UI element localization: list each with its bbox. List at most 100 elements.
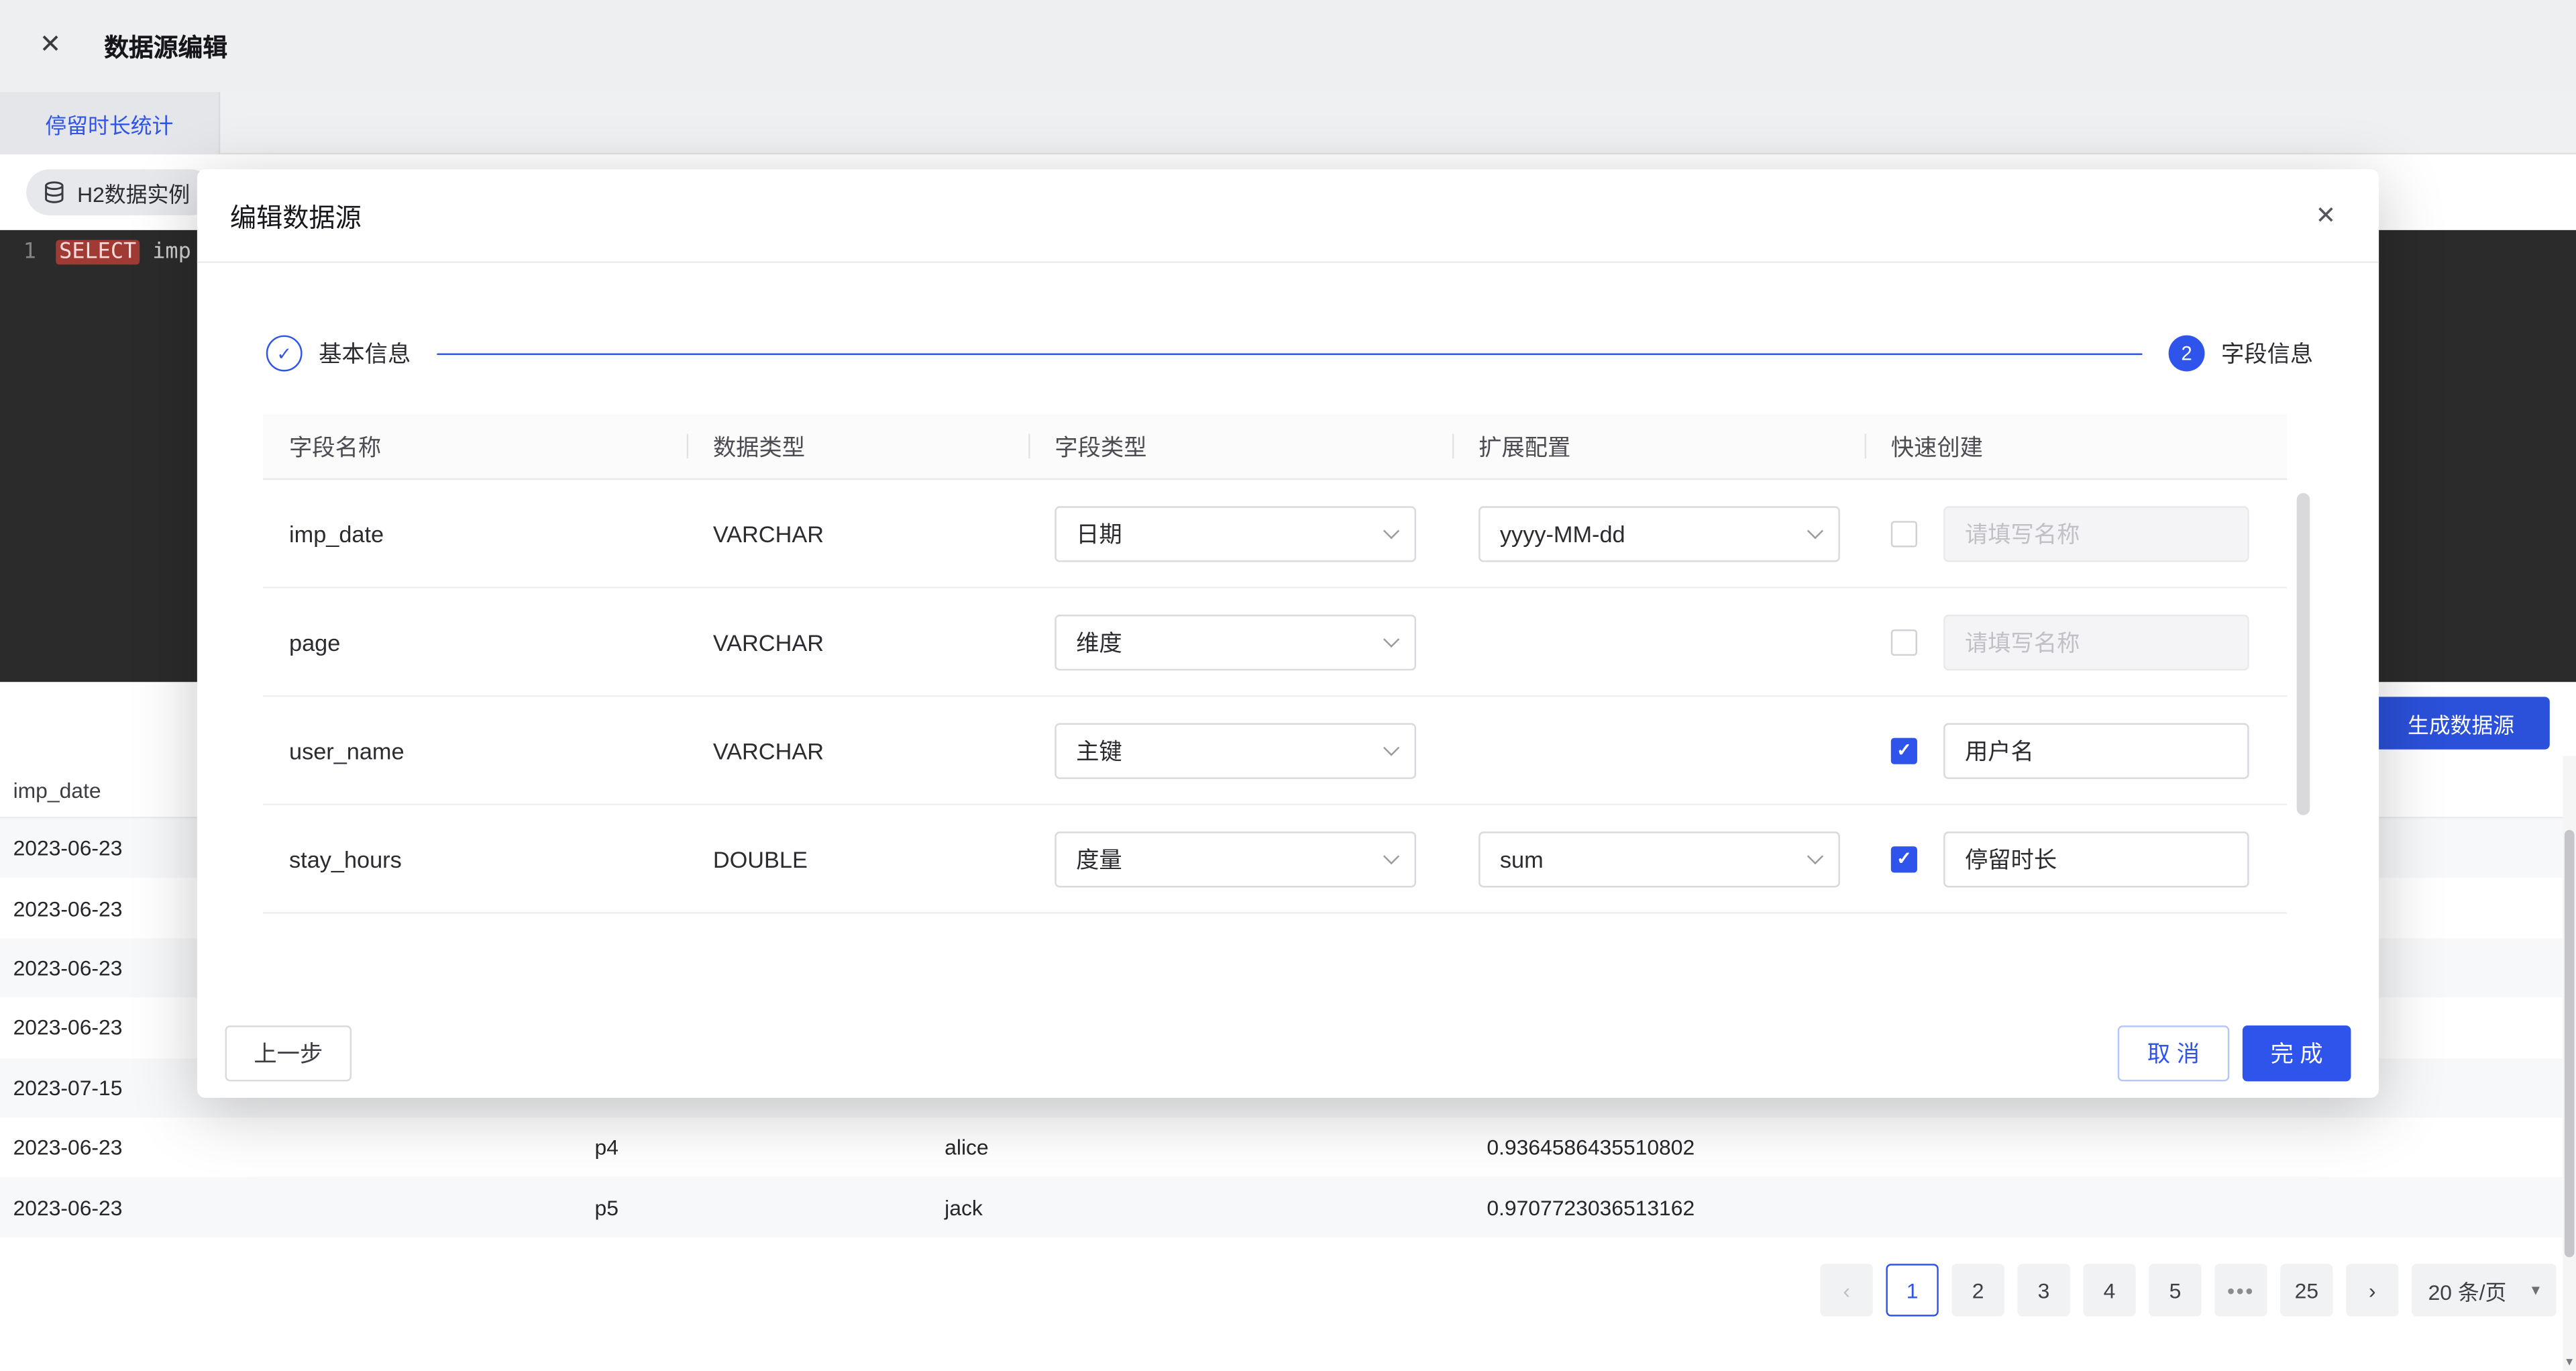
pagination-next-icon[interactable]: › (2346, 1264, 2398, 1316)
header-data-type: 数据类型 (687, 414, 1028, 478)
line-number: 1 (0, 240, 56, 265)
ext-config-select[interactable]: sum (1479, 831, 1840, 886)
field-name: user_name (263, 737, 687, 763)
step1-label: 基本信息 (319, 337, 411, 370)
field-table-scrollbar-thumb[interactable] (2297, 493, 2310, 815)
preview-col-imp-date: imp_date (13, 778, 101, 803)
cell: 2023-07-15 (13, 1075, 123, 1100)
cell: 2023-06-23 (13, 1195, 123, 1219)
step2-label: 字段信息 (2221, 337, 2313, 370)
ext-config-select[interactable]: yyyy-MM-dd (1479, 505, 1840, 561)
step1-check-icon: ✓ (266, 336, 303, 372)
chevron-down-icon (1383, 631, 1399, 648)
header-quick-create: 快速创建 (1865, 414, 2287, 478)
pagination-page-last[interactable]: 25 (2280, 1264, 2332, 1316)
cell: jack (945, 1195, 983, 1219)
pagination-more-icon[interactable]: ••• (2214, 1264, 2267, 1316)
field-type-select[interactable]: 维度 (1055, 614, 1416, 670)
dialog-close-icon[interactable]: ✕ (2316, 203, 2337, 227)
field-data-type: VARCHAR (687, 520, 1028, 546)
field-table-header: 字段名称 数据类型 字段类型 扩展配置 快速创建 (263, 414, 2287, 480)
field-data-type: VARCHAR (687, 737, 1028, 763)
quick-create-name-input[interactable] (1943, 722, 2249, 778)
chevron-down-icon (1807, 523, 1823, 539)
cell: 2023-06-23 (13, 956, 123, 980)
header-field-type: 字段类型 (1028, 414, 1452, 478)
chevron-down-icon: ▾ (2532, 1281, 2540, 1299)
sql-code-text: imp (140, 240, 191, 265)
dialog-footer: 上一步 取 消 完 成 (225, 1025, 2351, 1081)
cell: p4 (595, 1135, 619, 1160)
cell: 2023-06-23 (13, 836, 123, 861)
field-row-page: page VARCHAR 维度 (263, 589, 2287, 697)
cell: p5 (595, 1195, 619, 1219)
field-row-user-name: user_name VARCHAR 主键 (263, 697, 2287, 805)
chevron-down-icon (1383, 740, 1399, 756)
quick-create-name-input[interactable] (1943, 831, 2249, 886)
window-close-icon[interactable]: ✕ (40, 33, 62, 59)
quick-create-name-input[interactable] (1943, 614, 2249, 670)
cancel-button[interactable]: 取 消 (2118, 1025, 2230, 1081)
chevron-down-icon (1383, 523, 1399, 539)
cell: alice (945, 1135, 989, 1160)
screen: ✕ 数据源编辑 停留时长统计 H2数据实例 1 SELECT imp 生成数据源… (0, 0, 2576, 1371)
cell: 2023-06-23 (13, 1135, 123, 1160)
pagination-page-5[interactable]: 5 (2149, 1264, 2201, 1316)
field-type-select[interactable]: 度量 (1055, 831, 1416, 886)
pagination-prev-icon[interactable]: ‹ (1820, 1264, 1872, 1316)
pagination-page-1[interactable]: 1 (1886, 1264, 1938, 1316)
dialog-title: 编辑数据源 (230, 195, 362, 235)
chevron-down-icon (1807, 848, 1823, 864)
db-instance-pill[interactable]: H2数据实例 (26, 169, 213, 215)
field-name: imp_date (263, 520, 687, 546)
field-data-type: DOUBLE (687, 846, 1028, 872)
previous-step-button[interactable]: 上一步 (225, 1025, 352, 1081)
generate-datasource-button[interactable]: 生成数据源 (2372, 697, 2549, 749)
db-instance-label: H2数据实例 (77, 176, 190, 208)
field-type-select[interactable]: 日期 (1055, 505, 1416, 561)
scroll-down-icon[interactable]: ▾ (2563, 1356, 2576, 1370)
cell: 2023-06-23 (13, 896, 123, 921)
select-value: 度量 (1076, 842, 1122, 875)
cell: 2023-06-23 (13, 1015, 123, 1040)
edit-datasource-dialog: 编辑数据源 ✕ ✓ 基本信息 2 字段信息 字段名称 数据类型 字段类型 扩展配… (197, 169, 2379, 1098)
field-table: 字段名称 数据类型 字段类型 扩展配置 快速创建 imp_date VARCHA… (263, 414, 2313, 913)
steps-connector (437, 352, 2142, 354)
cell: 0.9364586435510802 (1487, 1135, 1695, 1160)
tab-stay-duration[interactable]: 停留时长统计 (0, 92, 220, 154)
window-title: 数据源编辑 (104, 29, 227, 63)
pagination-page-3[interactable]: 3 (2017, 1264, 2070, 1316)
select-value: 主键 (1076, 733, 1122, 766)
finish-button[interactable]: 完 成 (2243, 1025, 2351, 1081)
quick-create-checkbox[interactable] (1891, 520, 1917, 546)
page-scrollbar-thumb[interactable] (2565, 830, 2575, 1258)
table-row[interactable]: 2023-06-23 p4 alice 0.9364586435510802 (0, 1117, 2563, 1177)
dialog-header: 编辑数据源 ✕ (197, 169, 2379, 263)
header-ext-config: 扩展配置 (1452, 414, 1865, 478)
table-row[interactable]: 2023-06-23 p5 jack 0.9707723036513162 (0, 1177, 2563, 1237)
field-row-imp-date: imp_date VARCHAR 日期 yyyy-MM-dd (263, 480, 2287, 589)
quick-create-checkbox[interactable] (1891, 629, 1917, 655)
steps-indicator: ✓ 基本信息 2 字段信息 (197, 263, 2379, 372)
select-value: 日期 (1076, 517, 1122, 550)
field-type-select[interactable]: 主键 (1055, 722, 1416, 778)
cell: 0.9707723036513162 (1487, 1195, 1695, 1219)
pagination-page-2[interactable]: 2 (1951, 1264, 2004, 1316)
field-data-type: VARCHAR (687, 629, 1028, 655)
window-header: ✕ 数据源编辑 (0, 0, 2576, 92)
chevron-down-icon (1383, 848, 1399, 864)
pagination-page-4[interactable]: 4 (2083, 1264, 2135, 1316)
field-name: stay_hours (263, 846, 687, 872)
step2-number: 2 (2169, 336, 2205, 372)
sql-keyword: SELECT (56, 240, 140, 265)
header-field-name: 字段名称 (263, 414, 687, 478)
page-scrollbar[interactable]: ▾ (2563, 756, 2576, 1371)
page-size-value: 20 条/页 (2428, 1274, 2507, 1306)
pagination: ‹ 1 2 3 4 5 ••• 25 › 20 条/页 ▾ (1820, 1264, 2556, 1316)
tab-bar: 停留时长统计 (0, 92, 2576, 154)
quick-create-checkbox[interactable] (1891, 737, 1917, 763)
quick-create-checkbox[interactable] (1891, 846, 1917, 872)
select-value: 维度 (1076, 625, 1122, 658)
quick-create-name-input[interactable] (1943, 505, 2249, 561)
page-size-select[interactable]: 20 条/页 ▾ (2412, 1264, 2557, 1316)
